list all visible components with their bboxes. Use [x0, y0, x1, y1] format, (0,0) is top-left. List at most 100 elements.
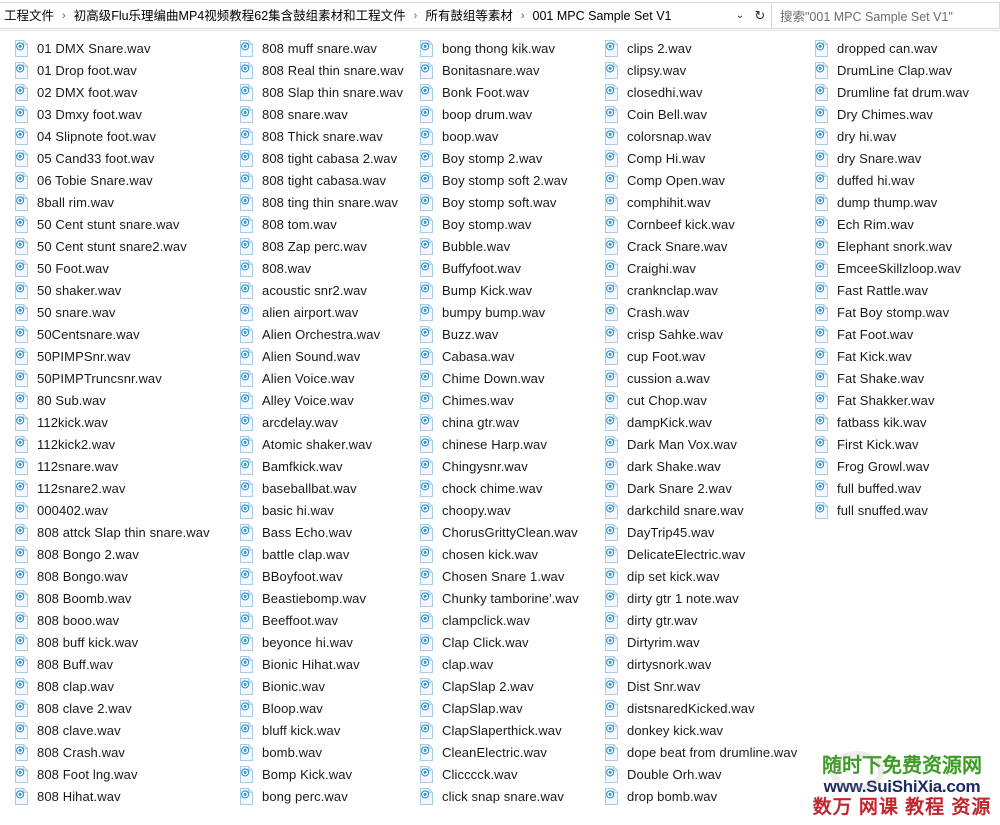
file-list-item[interactable]: Crack Snare.wav [602, 235, 812, 257]
file-list-item[interactable]: comphihit.wav [602, 191, 812, 213]
file-list-item[interactable]: Cabasa.wav [417, 345, 602, 367]
file-list-item[interactable]: Clicccck.wav [417, 763, 602, 785]
file-list-item[interactable]: Dry Chimes.wav [812, 103, 1000, 125]
file-list-item[interactable]: drop bomb.wav [602, 785, 812, 807]
refresh-icon[interactable]: ↻ [749, 2, 771, 29]
file-list-item[interactable]: 808 Bongo 2.wav [12, 543, 237, 565]
file-list-item[interactable]: dropped can.wav [812, 37, 1000, 59]
file-list-item[interactable]: Ech Rim.wav [812, 213, 1000, 235]
file-list-item[interactable]: Beeffoot.wav [237, 609, 417, 631]
file-list-item[interactable]: Dist Snr.wav [602, 675, 812, 697]
file-list-item[interactable]: ClapSlap.wav [417, 697, 602, 719]
file-list-item[interactable]: 808 snare.wav [237, 103, 417, 125]
file-list-item[interactable]: crisp Sahke.wav [602, 323, 812, 345]
file-list-item[interactable]: cussion a.wav [602, 367, 812, 389]
file-list-item[interactable]: distsnaredKicked.wav [602, 697, 812, 719]
file-list-item[interactable]: 808 booo.wav [12, 609, 237, 631]
file-list-item[interactable]: 50PIMPTruncsnr.wav [12, 367, 237, 389]
file-list-item[interactable]: 112kick.wav [12, 411, 237, 433]
file-list-item[interactable]: 50PIMPSnr.wav [12, 345, 237, 367]
file-list-item[interactable]: Fat Shakker.wav [812, 389, 1000, 411]
file-list-item[interactable]: Chimes.wav [417, 389, 602, 411]
file-list-item[interactable]: Boy stomp soft.wav [417, 191, 602, 213]
file-list-item[interactable]: Cornbeef kick.wav [602, 213, 812, 235]
file-list-item[interactable]: battle clap.wav [237, 543, 417, 565]
file-list-item[interactable]: Fat Shake.wav [812, 367, 1000, 389]
file-list-item[interactable]: 808 Zap perc.wav [237, 235, 417, 257]
file-list-item[interactable]: Alien Sound.wav [237, 345, 417, 367]
file-list-item[interactable]: 808 tight cabasa.wav [237, 169, 417, 191]
file-list-item[interactable]: 808 Foot lng.wav [12, 763, 237, 785]
file-list-item[interactable]: Chingysnr.wav [417, 455, 602, 477]
file-list-item[interactable]: closedhi.wav [602, 81, 812, 103]
file-list-item[interactable]: colorsnap.wav [602, 125, 812, 147]
file-list-item[interactable]: BBoyfoot.wav [237, 565, 417, 587]
file-list-item[interactable]: Bloop.wav [237, 697, 417, 719]
file-list-item[interactable]: Crash.wav [602, 301, 812, 323]
file-list-item[interactable]: Boy stomp soft 2.wav [417, 169, 602, 191]
file-list-item[interactable]: Buzz.wav [417, 323, 602, 345]
file-list-item[interactable]: dip set kick.wav [602, 565, 812, 587]
file-list-item[interactable]: cranknclap.wav [602, 279, 812, 301]
file-list-item[interactable]: DelicateElectric.wav [602, 543, 812, 565]
file-list-item[interactable]: Atomic shaker.wav [237, 433, 417, 455]
file-list-item[interactable]: 05 Cand33 foot.wav [12, 147, 237, 169]
file-list-item[interactable]: DayTrip45.wav [602, 521, 812, 543]
file-list-item[interactable]: Buffyfoot.wav [417, 257, 602, 279]
file-list-item[interactable]: 80 Sub.wav [12, 389, 237, 411]
file-list-item[interactable]: 808 muff snare.wav [237, 37, 417, 59]
file-list-item[interactable]: 8ball rim.wav [12, 191, 237, 213]
file-list-item[interactable]: 808 tom.wav [237, 213, 417, 235]
file-list-item[interactable]: dirty gtr.wav [602, 609, 812, 631]
file-list-item[interactable]: First Kick.wav [812, 433, 1000, 455]
file-list-item[interactable]: 808 Bongo.wav [12, 565, 237, 587]
file-list-item[interactable]: 112kick2.wav [12, 433, 237, 455]
file-list-item[interactable]: beyonce hi.wav [237, 631, 417, 653]
breadcrumb-item[interactable]: 所有鼓组等素材 [422, 7, 516, 25]
file-list-item[interactable]: baseballbat.wav [237, 477, 417, 499]
file-list-item[interactable]: 808 tight cabasa 2.wav [237, 147, 417, 169]
file-list-item[interactable]: Drumline fat drum.wav [812, 81, 1000, 103]
file-list-item[interactable]: Bonk Foot.wav [417, 81, 602, 103]
file-list-item[interactable]: cup Foot.wav [602, 345, 812, 367]
file-list-item[interactable]: fatbass kik.wav [812, 411, 1000, 433]
file-list-item[interactable]: bong thong kik.wav [417, 37, 602, 59]
file-list-item[interactable]: Bass Echo.wav [237, 521, 417, 543]
file-list-item[interactable]: 03 Dmxy foot.wav [12, 103, 237, 125]
file-list-item[interactable]: boop.wav [417, 125, 602, 147]
file-list-item[interactable]: Chime Down.wav [417, 367, 602, 389]
file-list-item[interactable]: 808 clave.wav [12, 719, 237, 741]
file-list-item[interactable]: chosen kick.wav [417, 543, 602, 565]
file-list-item[interactable]: bumpy bump.wav [417, 301, 602, 323]
file-list-item[interactable]: Fast Rattle.wav [812, 279, 1000, 301]
file-list-item[interactable]: EmceeSkillzloop.wav [812, 257, 1000, 279]
file-list-item[interactable]: Dirtyrim.wav [602, 631, 812, 653]
file-list-item[interactable]: Bump Kick.wav [417, 279, 602, 301]
file-list-item[interactable]: Frog Growl.wav [812, 455, 1000, 477]
file-list-item[interactable]: Fat Foot.wav [812, 323, 1000, 345]
file-list-item[interactable]: dry hi.wav [812, 125, 1000, 147]
file-list-item[interactable]: chinese Harp.wav [417, 433, 602, 455]
file-list-item[interactable]: Craighi.wav [602, 257, 812, 279]
file-list-item[interactable]: Clap Click.wav [417, 631, 602, 653]
file-list-item[interactable]: 000402.wav [12, 499, 237, 521]
file-list-pane[interactable]: 01 DMX Snare.wav 01 Drop foot.wav 02 DMX f… [0, 31, 1000, 825]
file-list-item[interactable]: basic hi.wav [237, 499, 417, 521]
file-list-item[interactable]: dirtysnork.wav [602, 653, 812, 675]
file-list-item[interactable]: donkey kick.wav [602, 719, 812, 741]
file-list-item[interactable]: Beastiebomp.wav [237, 587, 417, 609]
file-list-item[interactable]: dope beat from drumline.wav [602, 741, 812, 763]
file-list-item[interactable]: chock chime.wav [417, 477, 602, 499]
breadcrumb-bar[interactable]: 工程文件 › 初高级Flu乐理编曲MP4视频教程62集含鼓组素材和工程文件 › 所有鼓组… [0, 2, 772, 29]
file-list-item[interactable]: full buffed.wav [812, 477, 1000, 499]
file-list-item[interactable]: ClapSlaperthick.wav [417, 719, 602, 741]
file-list-item[interactable]: 808 attck Slap thin snare.wav [12, 521, 237, 543]
file-list-item[interactable]: Bionic.wav [237, 675, 417, 697]
file-list-item[interactable]: Coin Bell.wav [602, 103, 812, 125]
file-list-item[interactable]: clampclick.wav [417, 609, 602, 631]
file-list-item[interactable]: 808 Real thin snare.wav [237, 59, 417, 81]
file-list-item[interactable]: duffed hi.wav [812, 169, 1000, 191]
chevron-down-icon[interactable]: ⌄ [731, 2, 749, 29]
file-list-item[interactable]: dark Shake.wav [602, 455, 812, 477]
file-list-item[interactable]: acoustic snr2.wav [237, 279, 417, 301]
